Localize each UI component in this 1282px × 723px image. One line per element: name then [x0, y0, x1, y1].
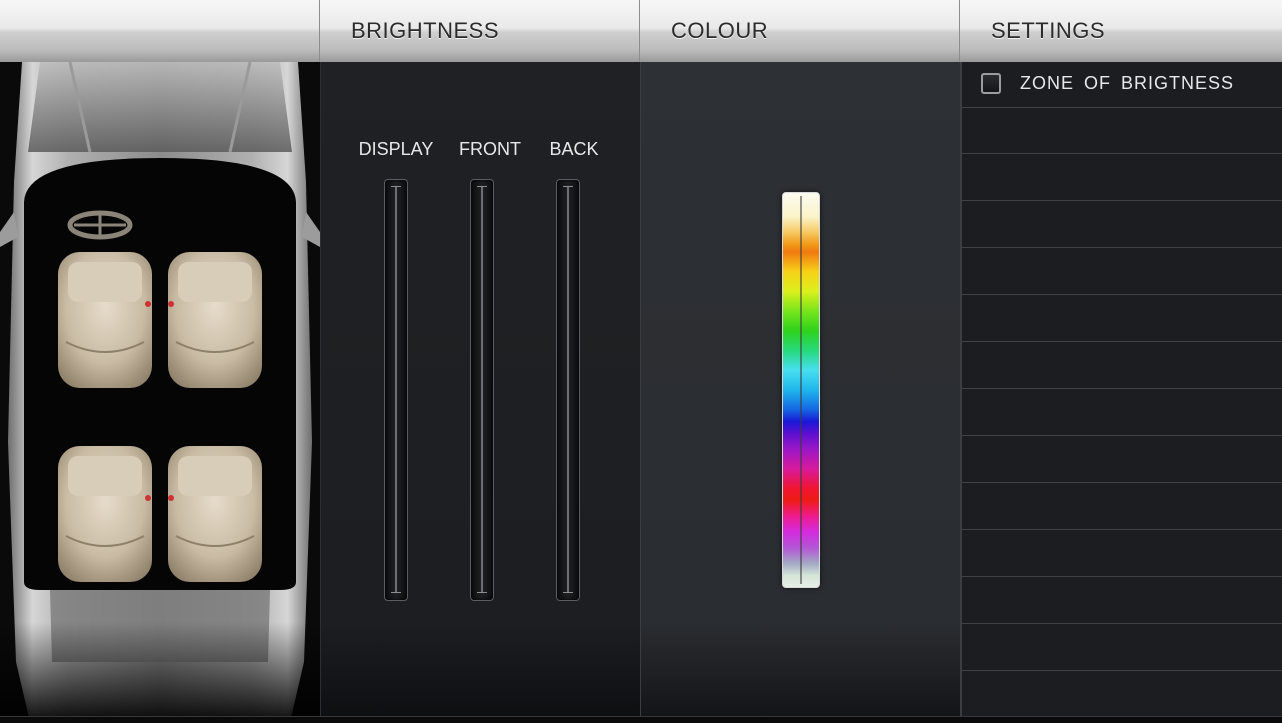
- slider-display[interactable]: [384, 179, 408, 601]
- setting-row-empty: [962, 155, 1282, 201]
- slider-cap-top: [563, 186, 573, 187]
- slider-cap-bottom: [477, 592, 487, 593]
- setting-row-empty: [962, 437, 1282, 483]
- header-tabs: BRIGHTNESS COLOUR SETTINGS: [0, 0, 1282, 63]
- setting-row-empty: [962, 343, 1282, 389]
- zone-of-brightness-checkbox[interactable]: [981, 73, 1001, 94]
- colour-panel: [640, 62, 960, 722]
- seat-front-left[interactable]: [58, 252, 152, 388]
- brightness-panel: DISPLAY FRONT BACK: [320, 62, 640, 722]
- slider-cap-top: [391, 186, 401, 187]
- setting-row-empty: [962, 625, 1282, 671]
- zone-of-brightness-label: ZONE OF BRIGTNESS: [1020, 73, 1235, 93]
- settings-panel: ZONE OF BRIGTNESS: [960, 62, 1282, 722]
- slider-rail: [481, 186, 483, 592]
- colour-spectrum-slider[interactable]: [782, 192, 820, 588]
- setting-row-empty: [962, 390, 1282, 436]
- slider-label-display: DISPLAY: [358, 139, 434, 159]
- car-view-panel: [0, 62, 320, 722]
- slider-cap-bottom: [391, 592, 401, 593]
- setting-row-empty: [962, 296, 1282, 342]
- setting-row-empty: [962, 249, 1282, 295]
- setting-row-empty: [962, 531, 1282, 577]
- slider-rail: [567, 186, 569, 592]
- slider-cap-bottom: [563, 592, 573, 593]
- slider-label-back: BACK: [549, 139, 599, 159]
- slider-front[interactable]: [470, 179, 494, 601]
- slider-label-front: FRONT: [459, 139, 521, 159]
- seat-rear-left[interactable]: [58, 446, 152, 582]
- tab-brightness-label: BRIGHTNESS: [351, 18, 500, 43]
- slider-back[interactable]: [556, 179, 580, 601]
- slider-cap-top: [477, 186, 487, 187]
- seat-rear-right[interactable]: [168, 446, 262, 582]
- tab-colour[interactable]: COLOUR: [640, 0, 960, 62]
- setting-row-empty: [962, 484, 1282, 530]
- tab-settings[interactable]: SETTINGS: [960, 0, 1282, 62]
- setting-zone-of-brightness[interactable]: ZONE OF BRIGTNESS: [962, 62, 1282, 108]
- setting-row-empty: [962, 202, 1282, 248]
- setting-row-empty: [962, 578, 1282, 624]
- tab-colour-label: COLOUR: [671, 18, 769, 43]
- setting-row-empty: [962, 108, 1282, 154]
- seat-front-right[interactable]: [168, 252, 262, 388]
- slider-rail: [395, 186, 397, 592]
- colour-slider-rail: [800, 196, 802, 584]
- tab-settings-label: SETTINGS: [991, 18, 1106, 43]
- car-top-view-image: [0, 62, 320, 722]
- tab-car[interactable]: [0, 0, 320, 62]
- tab-brightness[interactable]: BRIGHTNESS: [320, 0, 640, 62]
